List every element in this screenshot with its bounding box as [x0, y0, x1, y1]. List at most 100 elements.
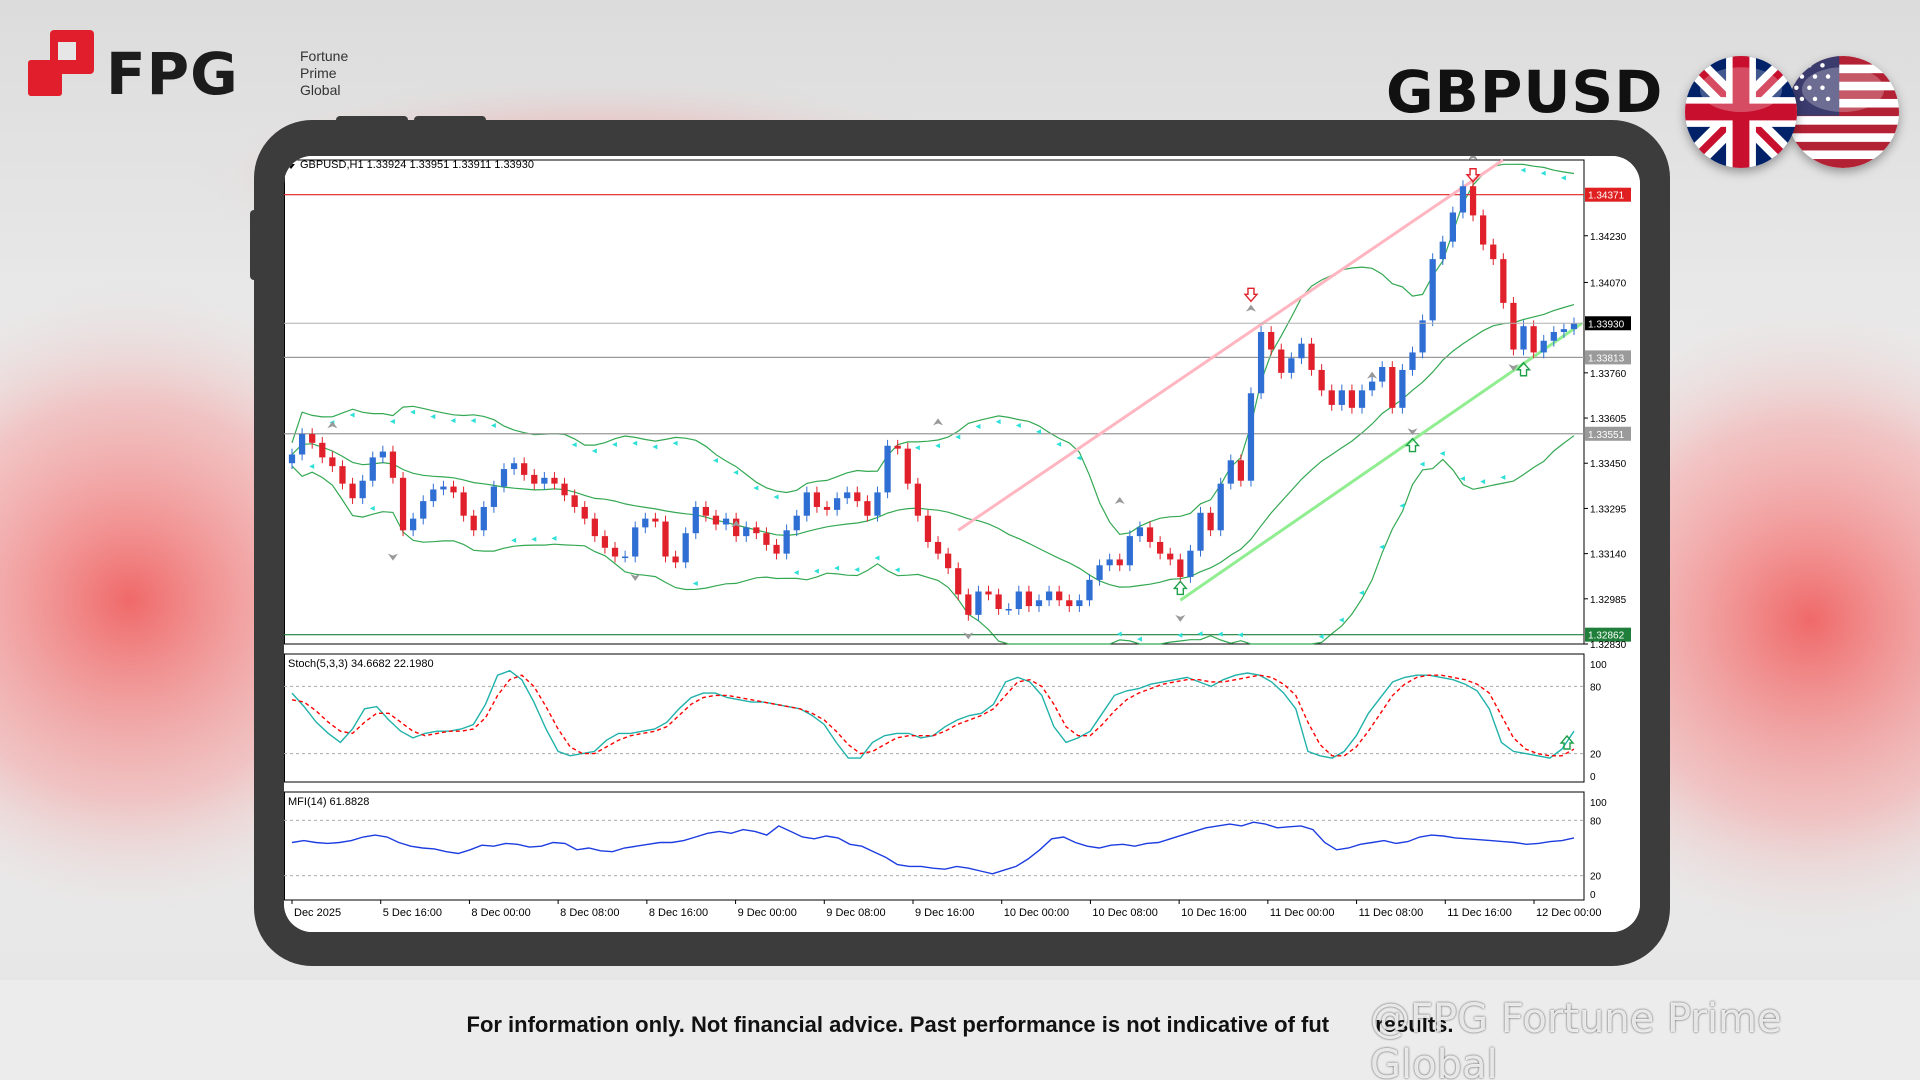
candle-body: [288, 454, 296, 464]
candle-body: [1348, 390, 1356, 408]
candle-body: [1298, 343, 1305, 359]
stoch-tick-label: 20: [1590, 750, 1602, 761]
candle-body: [389, 451, 397, 478]
candle-body: [460, 492, 467, 516]
candle-body: [551, 477, 558, 484]
candle-body: [642, 518, 649, 528]
price-tick-label: 1.32830: [1590, 640, 1627, 651]
candle-body: [359, 480, 366, 499]
disclaimer-text: For information only. Not financial advi…: [466, 1012, 1330, 1037]
candle-body: [410, 518, 417, 531]
candle-body: [1227, 460, 1234, 484]
candle-body: [722, 518, 730, 525]
brand-name: FPG: [106, 40, 239, 108]
time-axis-label: 9 Dec 08:00: [826, 907, 885, 919]
time-axis-label: 8 Dec 16:00: [649, 907, 708, 919]
candle-body: [591, 518, 598, 537]
candle-body: [803, 492, 810, 516]
candle-body: [349, 483, 356, 499]
candle-body: [450, 486, 457, 493]
candle-body: [743, 527, 750, 537]
candle-body: [793, 515, 800, 531]
price-chart[interactable]: 1.343711.338131.335511.328621.339301.342…: [284, 156, 1640, 932]
candle-body: [1106, 559, 1113, 566]
time-axis-label: 11 Dec 16:00: [1447, 907, 1512, 919]
candle-body: [1469, 186, 1477, 216]
candle-body: [672, 556, 679, 563]
time-axis-label: 11 Dec 08:00: [1359, 907, 1424, 919]
brand-sub-line: Fortune: [300, 48, 349, 64]
candle-body: [480, 506, 487, 531]
candle-body: [1429, 259, 1436, 321]
candle-body: [1187, 550, 1194, 577]
candle-body: [571, 495, 578, 507]
candle-body: [1490, 244, 1497, 260]
candle-body: [1530, 326, 1537, 353]
candle-body: [995, 594, 1002, 610]
mfi-tick-label: 80: [1590, 816, 1602, 827]
mfi-tick-label: 20: [1590, 872, 1602, 883]
candle-body: [1015, 591, 1022, 610]
candle-body: [924, 515, 932, 542]
candle-body: [1066, 600, 1073, 607]
candle-body: [955, 568, 962, 595]
watermark: @FPG Fortune Prime Global: [1370, 996, 1782, 1080]
mfi-label: MFI(14) 61.8828: [288, 796, 369, 808]
candle-body: [1480, 215, 1487, 245]
candle-body: [1318, 369, 1325, 391]
candle-body: [430, 489, 437, 502]
time-axis-label: 8 Dec 08:00: [560, 907, 619, 919]
candle-body: [531, 474, 538, 484]
candle-body: [490, 486, 498, 507]
candle-body: [1389, 367, 1396, 408]
candle-body: [1086, 579, 1093, 601]
price-tick-label: 1.33605: [1590, 414, 1627, 425]
time-axis-label: 10 Dec 16:00: [1181, 907, 1246, 919]
candle-body: [702, 506, 710, 516]
candle-body: [1156, 541, 1164, 554]
candle-body: [1045, 591, 1053, 601]
candle-body: [934, 541, 942, 554]
brand-subtitle: Fortune Prime Global: [300, 48, 380, 99]
candle-body: [1550, 332, 1557, 341]
price-tick-label: 1.33295: [1590, 504, 1627, 515]
stoch-label: Stoch(5,3,3) 34.6682 22.1980: [288, 658, 434, 670]
time-axis-label: 11 Dec 00:00: [1270, 907, 1335, 919]
mfi-tick-label: 0: [1590, 890, 1596, 901]
candle-body: [1177, 559, 1184, 577]
candle-body: [309, 434, 316, 443]
candle-body: [823, 506, 831, 510]
candle-body: [1268, 332, 1275, 350]
candle-body: [712, 515, 720, 525]
candle-body: [1328, 390, 1335, 405]
candle-body: [864, 501, 871, 516]
candle-body: [1560, 329, 1568, 333]
pair-title: GBPUSD: [1386, 58, 1664, 126]
candle-body: [1449, 212, 1456, 242]
candle-body: [1358, 390, 1366, 408]
stoch-tick-label: 100: [1590, 660, 1607, 671]
mfi-tick-label: 100: [1590, 798, 1607, 809]
candle-body: [500, 469, 508, 487]
chart-screen: 1.34371 1.33813 1.33551 1.32862 1.33930 1.342…: [284, 156, 1640, 932]
candle-body: [581, 506, 588, 519]
candle-body: [1288, 358, 1295, 373]
candle-body: [470, 515, 477, 531]
candle-body: [379, 451, 386, 458]
price-tick-label: 1.33450: [1590, 459, 1627, 470]
candle-body: [1368, 381, 1376, 391]
candle-body: [319, 442, 326, 458]
candle-body: [440, 486, 447, 490]
price-level-label: 1.33551: [1588, 430, 1625, 441]
price-tick-label: 1.32985: [1590, 595, 1627, 606]
candle-body: [1207, 512, 1214, 531]
uk-flag-icon: [1685, 56, 1797, 168]
candle-body: [1500, 259, 1507, 303]
price-tick-label: 1.34070: [1590, 278, 1627, 289]
candle-body: [632, 527, 639, 557]
candle-body: [1520, 326, 1527, 350]
candle-body: [1257, 332, 1265, 394]
stoch-tick-label: 80: [1590, 682, 1602, 693]
time-axis-label: 10 Dec 08:00: [1092, 907, 1157, 919]
time-axis-label: 10 Dec 00:00: [1004, 907, 1069, 919]
